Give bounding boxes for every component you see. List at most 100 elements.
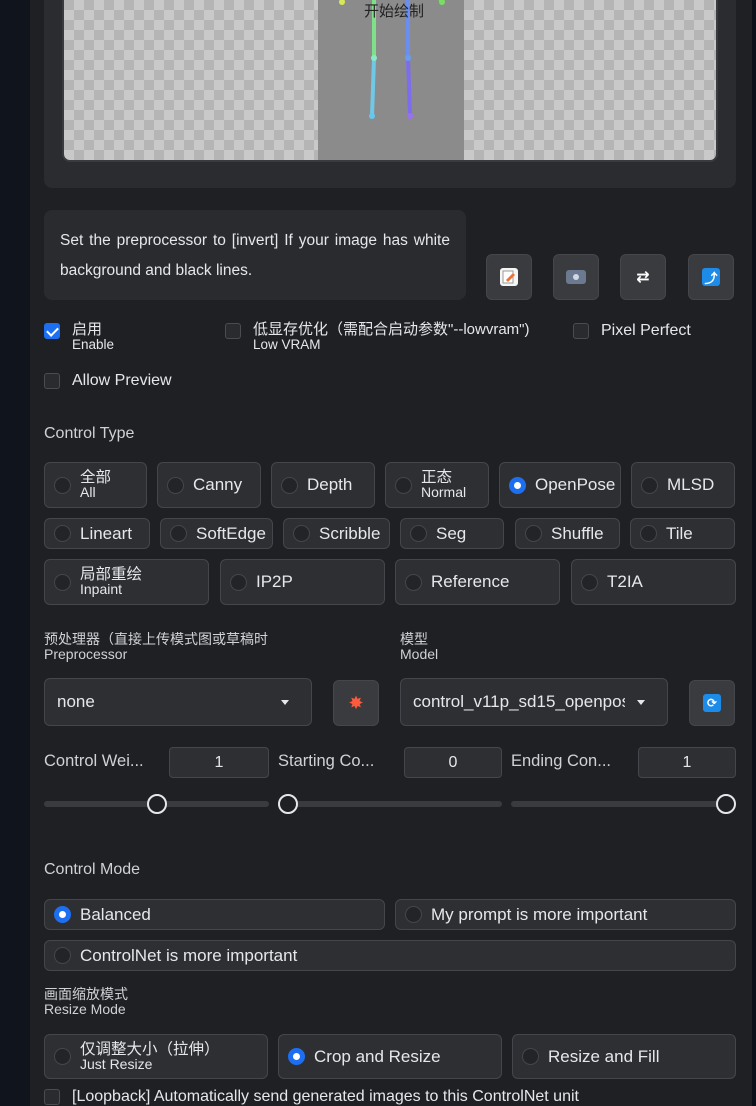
model-label-en: Model bbox=[400, 646, 439, 662]
edit-image-button[interactable] bbox=[486, 254, 532, 300]
control-weight-slider-handle[interactable] bbox=[146, 794, 167, 814]
run-preprocessor-button[interactable]: ✸ bbox=[333, 680, 379, 726]
preprocessor-value: none bbox=[57, 692, 95, 711]
option-label: My prompt is more important bbox=[431, 904, 648, 924]
radio-dot bbox=[641, 476, 658, 494]
swap-button[interactable]: ⇄ bbox=[620, 254, 666, 300]
resize-mode-crop-and-resize[interactable]: Crop and Resize bbox=[278, 1034, 502, 1079]
control-type-canny[interactable]: Canny bbox=[157, 462, 261, 508]
enable-label-en: Enable bbox=[72, 337, 115, 352]
refresh-models-button[interactable]: ⟳ bbox=[689, 680, 735, 726]
left-scroll-strip bbox=[0, 0, 31, 1106]
option-label: ControlNet is more important bbox=[80, 945, 298, 965]
upload-icon: ⤴ bbox=[702, 268, 720, 286]
option-label: Canny bbox=[193, 475, 243, 494]
model-label: 模型 Model bbox=[400, 632, 438, 662]
enable-checkbox-row[interactable]: 启用 Enable bbox=[44, 322, 114, 352]
radio-dot bbox=[230, 573, 247, 591]
image-canvas[interactable]: 开始绘制 bbox=[62, 0, 718, 162]
control-type-reference[interactable]: Reference bbox=[395, 559, 560, 605]
preprocessor-label-zh: 预处理器（直接上传模式图或草稿时 bbox=[44, 632, 268, 647]
radio-dot bbox=[525, 525, 542, 542]
control-type-depth[interactable]: Depth bbox=[271, 462, 375, 508]
edit-image-icon bbox=[500, 268, 518, 286]
control-type-openpose[interactable]: OpenPose bbox=[499, 462, 621, 508]
resize-mode-label-zh: 画面缩放模式 bbox=[44, 986, 128, 1002]
control-type-t2ia[interactable]: T2IA bbox=[571, 559, 736, 605]
starting-control-step-slider-handle[interactable] bbox=[278, 794, 298, 814]
control-type-softedge[interactable]: SoftEdge bbox=[160, 518, 273, 549]
option-label: MLSD bbox=[667, 475, 715, 494]
swap-icon: ⇄ bbox=[636, 269, 650, 286]
control-weight-label: Control Wei... bbox=[44, 752, 144, 770]
control-type-mlsd[interactable]: MLSD bbox=[631, 462, 735, 508]
low-vram-checkbox[interactable] bbox=[225, 323, 241, 339]
image-canvas-container: 开始绘制 bbox=[44, 0, 736, 188]
option-label: Shuffle bbox=[551, 523, 604, 543]
radio-dot bbox=[395, 476, 412, 494]
control-type-shuffle[interactable]: Shuffle bbox=[515, 518, 620, 549]
resize-mode-just-resize[interactable]: 仅调整大小（拉伸） Just Resize bbox=[44, 1034, 268, 1079]
starting-control-step-label: Starting Co... bbox=[278, 752, 375, 770]
send-dimensions-button[interactable]: ⤴ bbox=[688, 254, 734, 300]
option-label-en: Inpaint bbox=[80, 581, 123, 597]
radio-dot bbox=[54, 947, 71, 964]
option-label: Lineart bbox=[80, 523, 132, 543]
pixel-perfect-checkbox[interactable] bbox=[573, 323, 589, 339]
control-type-scribble[interactable]: Scribble bbox=[283, 518, 390, 549]
canvas-caption: 开始绘制 bbox=[363, 3, 424, 20]
control-type-ip2p[interactable]: IP2P bbox=[220, 559, 385, 605]
openpose-skeleton-image bbox=[339, 0, 445, 119]
control-type-seg[interactable]: Seg bbox=[400, 518, 504, 549]
refresh-icon: ⟳ bbox=[703, 694, 721, 712]
radio-dot bbox=[167, 476, 184, 494]
control-type-normal[interactable]: 正态 Normal bbox=[385, 462, 489, 508]
loopback-checkbox[interactable] bbox=[44, 1089, 60, 1105]
radio-dot bbox=[640, 525, 657, 542]
pixel-perfect-label: Pixel Perfect bbox=[601, 322, 691, 339]
control-type-lineart[interactable]: Lineart bbox=[44, 518, 150, 549]
webcam-button[interactable] bbox=[553, 254, 599, 300]
preprocessor-hint: Set the preprocessor to [invert] If your… bbox=[44, 210, 466, 300]
option-label: Crop and Resize bbox=[314, 1046, 441, 1066]
radio-dot bbox=[410, 525, 427, 542]
allow-preview-label: Allow Preview bbox=[72, 372, 172, 389]
enable-checkbox[interactable] bbox=[44, 323, 60, 339]
explosion-icon: ✸ bbox=[348, 692, 364, 713]
starting-control-step-slider[interactable] bbox=[278, 801, 502, 807]
control-type-inpaint[interactable]: 局部重绘 Inpaint bbox=[44, 559, 209, 605]
option-label-en: Normal bbox=[421, 484, 467, 500]
option-label: IP2P bbox=[256, 572, 293, 591]
control-mode-balanced[interactable]: Balanced bbox=[44, 899, 385, 930]
resize-mode-label-en: Resize Mode bbox=[44, 1001, 126, 1017]
ending-control-step-input[interactable]: 1 bbox=[638, 747, 736, 778]
control-type-tile[interactable]: Tile bbox=[630, 518, 735, 549]
option-label-zh: 正态 bbox=[421, 469, 453, 486]
controlnet-panel: 开始绘制 Set the preprocessor to [invert] If… bbox=[30, 0, 752, 1106]
radio-dot bbox=[522, 1048, 539, 1065]
starting-control-step-input[interactable]: 0 bbox=[404, 747, 502, 778]
option-label-zh: 局部重绘 bbox=[80, 566, 143, 583]
ending-control-step-slider[interactable] bbox=[511, 801, 736, 807]
loopback-checkbox-row[interactable]: [Loopback] Automatically send generated … bbox=[44, 1088, 579, 1106]
model-label-zh: 模型 bbox=[400, 631, 428, 647]
preprocessor-label-en: Preprocessor bbox=[44, 646, 128, 662]
chevron-down-icon bbox=[637, 700, 645, 705]
control-mode-controlnet-important[interactable]: ControlNet is more important bbox=[44, 940, 736, 971]
option-label: OpenPose bbox=[535, 475, 616, 494]
allow-preview-checkbox[interactable] bbox=[44, 373, 60, 389]
preprocessor-dropdown[interactable]: none bbox=[44, 678, 312, 726]
control-weight-input[interactable]: 1 bbox=[169, 747, 269, 778]
option-label: Scribble bbox=[319, 523, 381, 543]
resize-mode-resize-and-fill[interactable]: Resize and Fill bbox=[512, 1034, 736, 1079]
pixel-perfect-checkbox-row[interactable]: Pixel Perfect bbox=[573, 322, 691, 340]
control-type-all[interactable]: 全部 All bbox=[44, 462, 147, 508]
option-label: Tile bbox=[666, 523, 693, 543]
allow-preview-checkbox-row[interactable]: Allow Preview bbox=[44, 372, 172, 390]
model-dropdown[interactable]: control_v11p_sd15_openpose bbox=[400, 678, 668, 726]
option-label-zh: 仅调整大小（拉伸） bbox=[80, 1040, 220, 1058]
low-vram-checkbox-row[interactable]: 低显存优化（需配合启动参数"--lowvram") Low VRAM bbox=[225, 322, 529, 352]
option-label: Depth bbox=[307, 475, 353, 494]
ending-control-step-slider-handle[interactable] bbox=[716, 794, 736, 814]
control-mode-prompt-important[interactable]: My prompt is more important bbox=[395, 899, 736, 930]
